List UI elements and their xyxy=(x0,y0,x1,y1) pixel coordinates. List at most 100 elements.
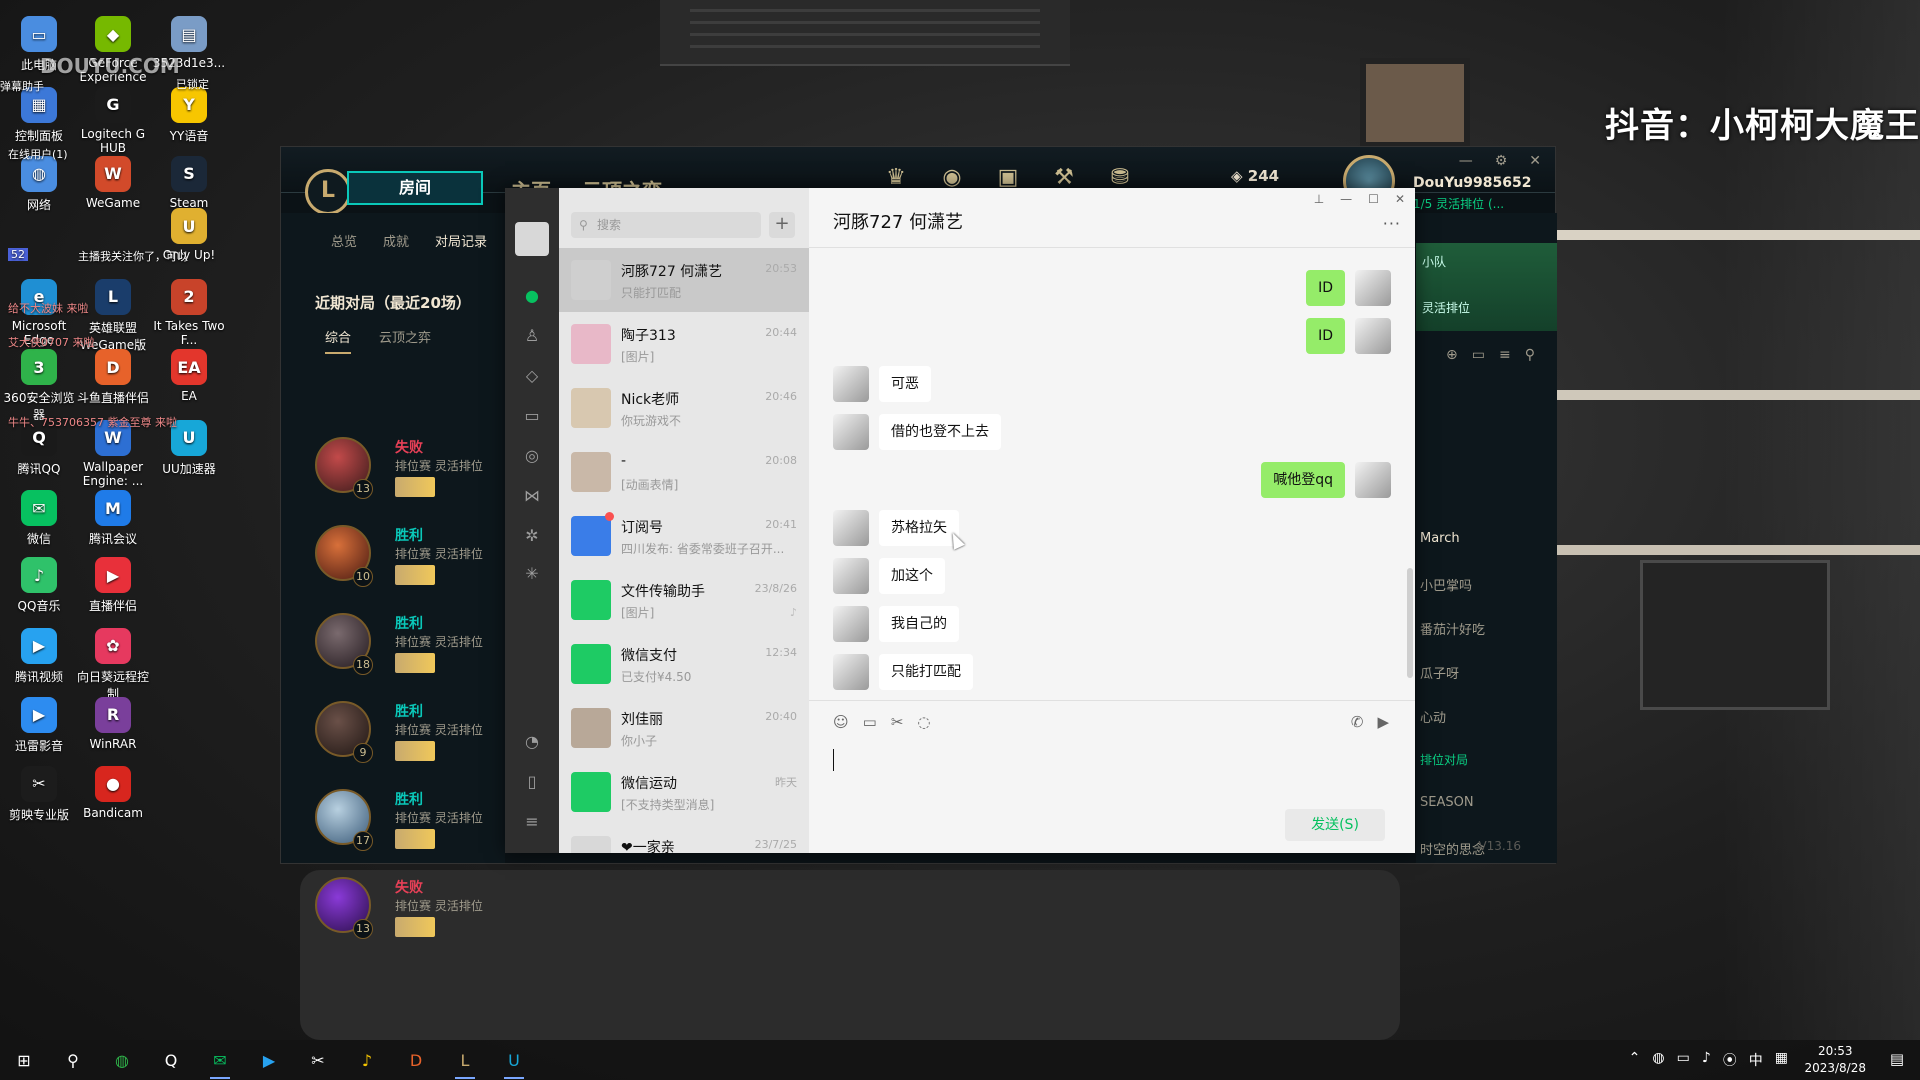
taskbar-uu-icon[interactable]: U xyxy=(500,1046,528,1079)
taskbar-clock[interactable]: 20:53 2023/8/28 xyxy=(1804,1043,1866,1077)
desktop-icon[interactable]: ▦ 控制面板 xyxy=(0,86,78,144)
chat-message[interactable]: 只能打匹配 xyxy=(809,654,1415,694)
friend-entry[interactable]: 小巴掌吗 xyxy=(1420,575,1472,594)
menu-icon[interactable]: ≡ xyxy=(522,812,542,832)
chat-message[interactable]: 我自己的 xyxy=(809,606,1415,646)
moments-icon[interactable]: ◎ xyxy=(522,446,542,466)
mini-programs-icon[interactable]: ✳ xyxy=(522,564,542,584)
taskbar-qq-music-icon[interactable]: ♪ xyxy=(353,1046,381,1074)
conversation-item[interactable]: Nick老师 20:46 你玩游戏不 xyxy=(559,376,809,440)
room-button[interactable]: 房间 xyxy=(347,171,483,205)
friend-entry[interactable]: 排位对局 xyxy=(1420,751,1468,768)
chat-message[interactable]: ID xyxy=(809,270,1415,310)
taskbar-360-icon[interactable]: ◍ xyxy=(108,1046,136,1074)
video-call-icon[interactable]: ▶ xyxy=(1377,713,1389,731)
conversation-item[interactable]: 陶子313 20:44 [图片] xyxy=(559,312,809,376)
league-logo[interactable]: L xyxy=(305,169,351,215)
desktop-icon[interactable]: ✂ 剪映专业版 xyxy=(0,765,78,823)
chat-message[interactable]: 加这个 xyxy=(809,558,1415,598)
desktop-icon[interactable]: ✉ 微信 xyxy=(0,490,78,547)
desktop-icon[interactable]: Y YY语音 xyxy=(150,86,228,144)
tab-all-modes[interactable]: 综合 xyxy=(325,327,352,354)
taskbar-wechat-icon[interactable]: ✉ xyxy=(206,1046,234,1079)
search-icon[interactable]: ⚲ xyxy=(1525,347,1535,363)
conversation-item[interactable]: 订阅号 20:41 四川发布: 省委常委班子召开... xyxy=(559,504,809,568)
friend-entry[interactable]: 瓜子呀 xyxy=(1420,663,1459,682)
desktop-icon[interactable]: ● Bandicam xyxy=(74,765,152,820)
devices-icon[interactable]: ▯ xyxy=(522,772,542,792)
match-row[interactable]: 13 失败 排位赛 灵活排位 xyxy=(315,437,505,517)
files-icon[interactable]: ▭ xyxy=(522,406,542,426)
message-input-area[interactable]: ☺ ▭ ✂ ◌ ✆ ▶ 发送(S) xyxy=(809,700,1415,853)
minimize-icon[interactable]: — xyxy=(1459,153,1473,169)
phone-icon[interactable]: ◔ xyxy=(522,732,542,752)
add-friend-icon[interactable]: ⊕ xyxy=(1446,347,1458,363)
file-icon[interactable]: ▭ xyxy=(863,713,877,731)
conversation-item[interactable]: 河豚727 何潇艺 20:53 只能打匹配 xyxy=(559,248,809,312)
close-icon[interactable]: ✕ xyxy=(1529,153,1541,169)
desktop-icon[interactable]: ▶ 腾讯视频 xyxy=(0,627,78,685)
folder-icon[interactable]: ▭ xyxy=(1472,347,1485,363)
chat-message[interactable]: ID xyxy=(809,318,1415,358)
volume-icon[interactable]: ♪ xyxy=(1702,1050,1711,1070)
match-row[interactable]: 9 胜利 排位赛 灵活排位 xyxy=(315,701,505,781)
conversation-item[interactable]: 文件传输助手 23/8/26 [图片] ♪ xyxy=(559,568,809,632)
screenshot-icon[interactable]: ✂ xyxy=(891,713,904,731)
chevron-up-icon[interactable]: ⌃ xyxy=(1629,1050,1641,1070)
taskbar-capcut-icon[interactable]: ✂ xyxy=(304,1046,332,1074)
keyboard-icon[interactable]: ▦ xyxy=(1775,1050,1788,1070)
voice-call-icon[interactable]: ✆ xyxy=(1351,713,1364,731)
taskbar-qq-icon[interactable]: Q xyxy=(157,1046,185,1074)
friend-entry[interactable]: 时空的思念 xyxy=(1420,839,1485,858)
friend-entry[interactable]: SEASON xyxy=(1420,795,1474,810)
desktop-icon[interactable]: ▶ 直播伴侣 xyxy=(74,557,152,614)
taskbar-douyu-icon[interactable]: D xyxy=(402,1046,430,1074)
chat-message[interactable]: 借的也登不上去 xyxy=(809,414,1415,454)
send-button[interactable]: 发送(S) xyxy=(1285,809,1385,841)
desktop-icon[interactable]: ▶ 迅雷影音 xyxy=(0,696,78,754)
taskbar-search-icon[interactable]: ⚲ xyxy=(59,1046,87,1074)
taskbar-league-icon[interactable]: L xyxy=(451,1046,479,1079)
conversation-item[interactable]: - 20:08 [动画表情] xyxy=(559,440,809,504)
chat-message[interactable]: 喊他登qq xyxy=(809,462,1415,502)
desktop-icon[interactable]: ◍ 网络 xyxy=(0,155,78,213)
desktop-icon[interactable]: G Logitech G HUB xyxy=(74,86,152,155)
display-icon[interactable]: ▭ xyxy=(1677,1050,1690,1070)
channels-icon[interactable]: ⋈ xyxy=(522,486,542,506)
friend-entry[interactable]: 心动 xyxy=(1420,707,1446,726)
desktop-icon[interactable]: ♪ QQ音乐 xyxy=(0,557,78,614)
desktop-icon[interactable]: S Steam xyxy=(150,155,228,210)
add-chat-button[interactable]: + xyxy=(769,212,795,238)
conversation-item[interactable]: ❤一家亲 23/7/25 xyxy=(559,824,809,853)
tab-overview[interactable]: 总览 xyxy=(331,231,357,250)
message-area[interactable]: ID ID 可恶 借的也登不上去 喊他登qq 苏格拉矢 加这个 我自己的 只能打匹配 xyxy=(809,248,1415,700)
desktop-icon[interactable]: 3 360安全浏览器 xyxy=(0,349,78,423)
chat-icon[interactable]: ● xyxy=(522,286,542,306)
match-row[interactable]: 10 胜利 排位赛 灵活排位 xyxy=(315,525,505,605)
desktop-icon[interactable]: W WeGame xyxy=(74,155,152,210)
match-row[interactable]: 18 胜利 排位赛 灵活排位 xyxy=(315,613,505,693)
tab-tft-history[interactable]: 云顶之弈 xyxy=(379,327,431,354)
party-box[interactable]: 小队 灵活排位 xyxy=(1416,243,1557,331)
friend-entry[interactable]: March xyxy=(1420,531,1460,546)
desktop-icon[interactable]: R WinRAR xyxy=(74,696,152,751)
taskbar-start-icon[interactable]: ⊞ xyxy=(10,1046,38,1074)
desktop-icon[interactable]: EA EA xyxy=(150,349,228,403)
match-row[interactable]: 13 失败 排位赛 灵活排位 xyxy=(315,877,505,957)
desktop-icon[interactable]: M 腾讯会议 xyxy=(74,490,152,547)
taskbar-tencent-video-icon[interactable]: ▶ xyxy=(255,1046,283,1074)
tab-match-history[interactable]: 对局记录 xyxy=(435,231,487,250)
chat-message[interactable]: 苏格拉矢 xyxy=(809,510,1415,550)
friend-entry[interactable]: 番茄汁好吃 xyxy=(1420,619,1485,638)
contacts-icon[interactable]: ♙ xyxy=(522,326,542,346)
tab-achievements[interactable]: 成就 xyxy=(383,231,409,250)
desktop-icon[interactable]: 2 It Takes Two F... xyxy=(150,278,228,347)
microphone-icon[interactable]: ⦿ xyxy=(1723,1050,1737,1070)
search-web-icon[interactable]: ✲ xyxy=(522,526,542,546)
conversation-item[interactable]: 微信运动 昨天 [不支持类型消息] xyxy=(559,760,809,824)
more-options-icon[interactable]: ··· xyxy=(1383,214,1401,233)
my-avatar[interactable] xyxy=(515,222,549,256)
minimize-icon[interactable]: — xyxy=(1340,192,1352,206)
network-icon[interactable]: ◍ xyxy=(1652,1050,1664,1070)
close-icon[interactable]: ✕ xyxy=(1395,192,1405,206)
